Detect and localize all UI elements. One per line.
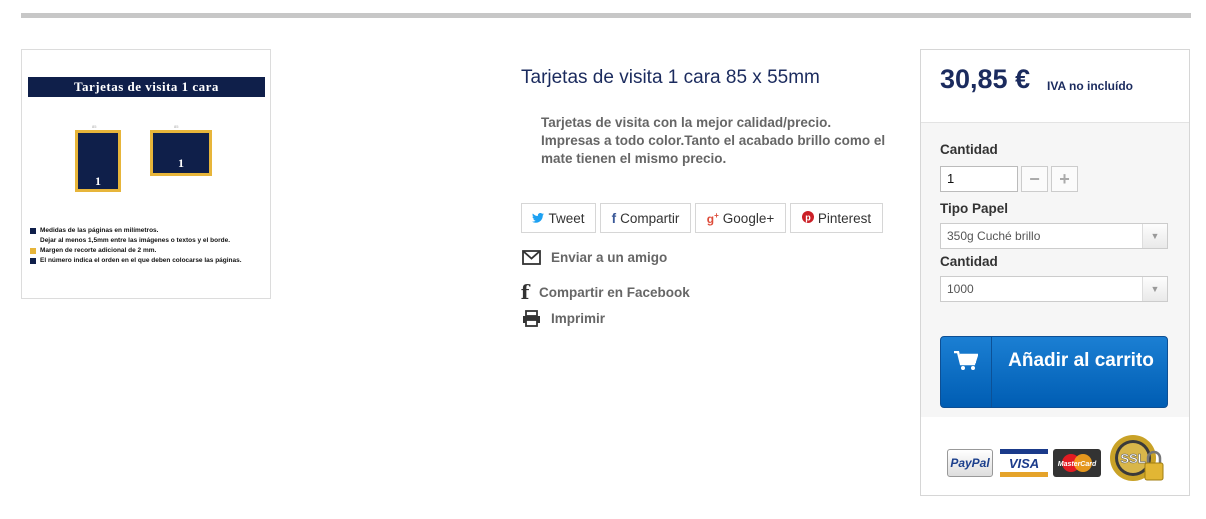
chevron-down-icon: ▼	[1142, 224, 1167, 248]
paypal-logo: PayPal	[947, 449, 993, 477]
image-banner: Tarjetas de visita 1 cara	[28, 77, 265, 97]
quantity-decrease-button[interactable]: −	[1021, 166, 1048, 192]
chevron-down-icon: ▼	[1142, 277, 1167, 301]
top-divider	[21, 13, 1191, 18]
paper-type-label: Tipo Papel	[940, 201, 1009, 216]
twitter-icon	[532, 211, 545, 226]
add-to-cart-button[interactable]: Añadir al carrito	[940, 336, 1168, 408]
price-area: 30,85 € IVA no incluído	[921, 50, 1189, 122]
share-facebook-link[interactable]: f Compartir en Facebook	[521, 280, 690, 304]
buy-box: 30,85 € IVA no incluído Cantidad 1 − + T…	[920, 49, 1190, 496]
product-image[interactable]: Tarjetas de visita 1 cara 85 85 1 1 Medi…	[21, 49, 271, 299]
send-to-friend-link[interactable]: Enviar a un amigo	[521, 250, 667, 265]
legend-line: El número indica el orden en el que debe…	[40, 257, 242, 264]
quantity-label: Cantidad	[940, 142, 998, 157]
google-plus-icon: g+	[706, 210, 719, 226]
add-to-cart-label: Añadir al carrito	[1008, 350, 1154, 371]
quantity-increase-button[interactable]: +	[1051, 166, 1078, 192]
card-portrait: 1	[75, 130, 121, 192]
facebook-icon: f	[520, 280, 530, 304]
mastercard-logo: MasterCard	[1053, 449, 1101, 477]
facebook-icon: f	[611, 210, 617, 226]
print-link[interactable]: Imprimir	[521, 310, 605, 327]
paper-type-select[interactable]: 350g Cuché brillo ▼	[940, 223, 1168, 249]
amount-label: Cantidad	[940, 254, 998, 269]
ssl-seal: SSL	[1108, 433, 1166, 489]
svg-text:p: p	[805, 212, 811, 222]
amount-select[interactable]: 1000 ▼	[940, 276, 1168, 302]
image-legend: Medidas de las páginas en milímetros. De…	[30, 226, 242, 266]
card-landscape: 1	[150, 130, 212, 176]
product-title: Tarjetas de visita 1 cara 85 x 55mm	[521, 67, 820, 88]
svg-text:SSL: SSL	[1120, 451, 1145, 466]
tweet-button[interactable]: Tweet	[521, 203, 596, 233]
quantity-input[interactable]: 1	[940, 166, 1018, 192]
envelope-icon	[521, 250, 541, 265]
product-description: Tarjetas de visita con la mejor calidad/…	[541, 115, 886, 166]
cart-area: Añadir al carrito	[921, 325, 1189, 417]
facebook-share-button[interactable]: f Compartir	[600, 203, 691, 233]
cart-icon	[941, 337, 992, 407]
legend-line: Dejar al menos 1,5mm entre las imágenes …	[40, 237, 231, 244]
pinterest-icon: p	[801, 210, 814, 226]
tax-note: IVA no incluído	[1047, 79, 1133, 93]
visa-logo: VISA	[1000, 449, 1048, 477]
price: 30,85 €	[940, 64, 1031, 94]
google-plus-button[interactable]: g+ Google+	[695, 203, 786, 233]
pinterest-button[interactable]: p Pinterest	[790, 203, 883, 233]
legend-line: Margen de recorte adicional de 2 mm.	[40, 247, 157, 254]
legend-line: Medidas de las páginas en milímetros.	[40, 227, 159, 234]
svg-text:MasterCard: MasterCard	[1058, 461, 1097, 468]
printer-icon	[521, 310, 541, 327]
